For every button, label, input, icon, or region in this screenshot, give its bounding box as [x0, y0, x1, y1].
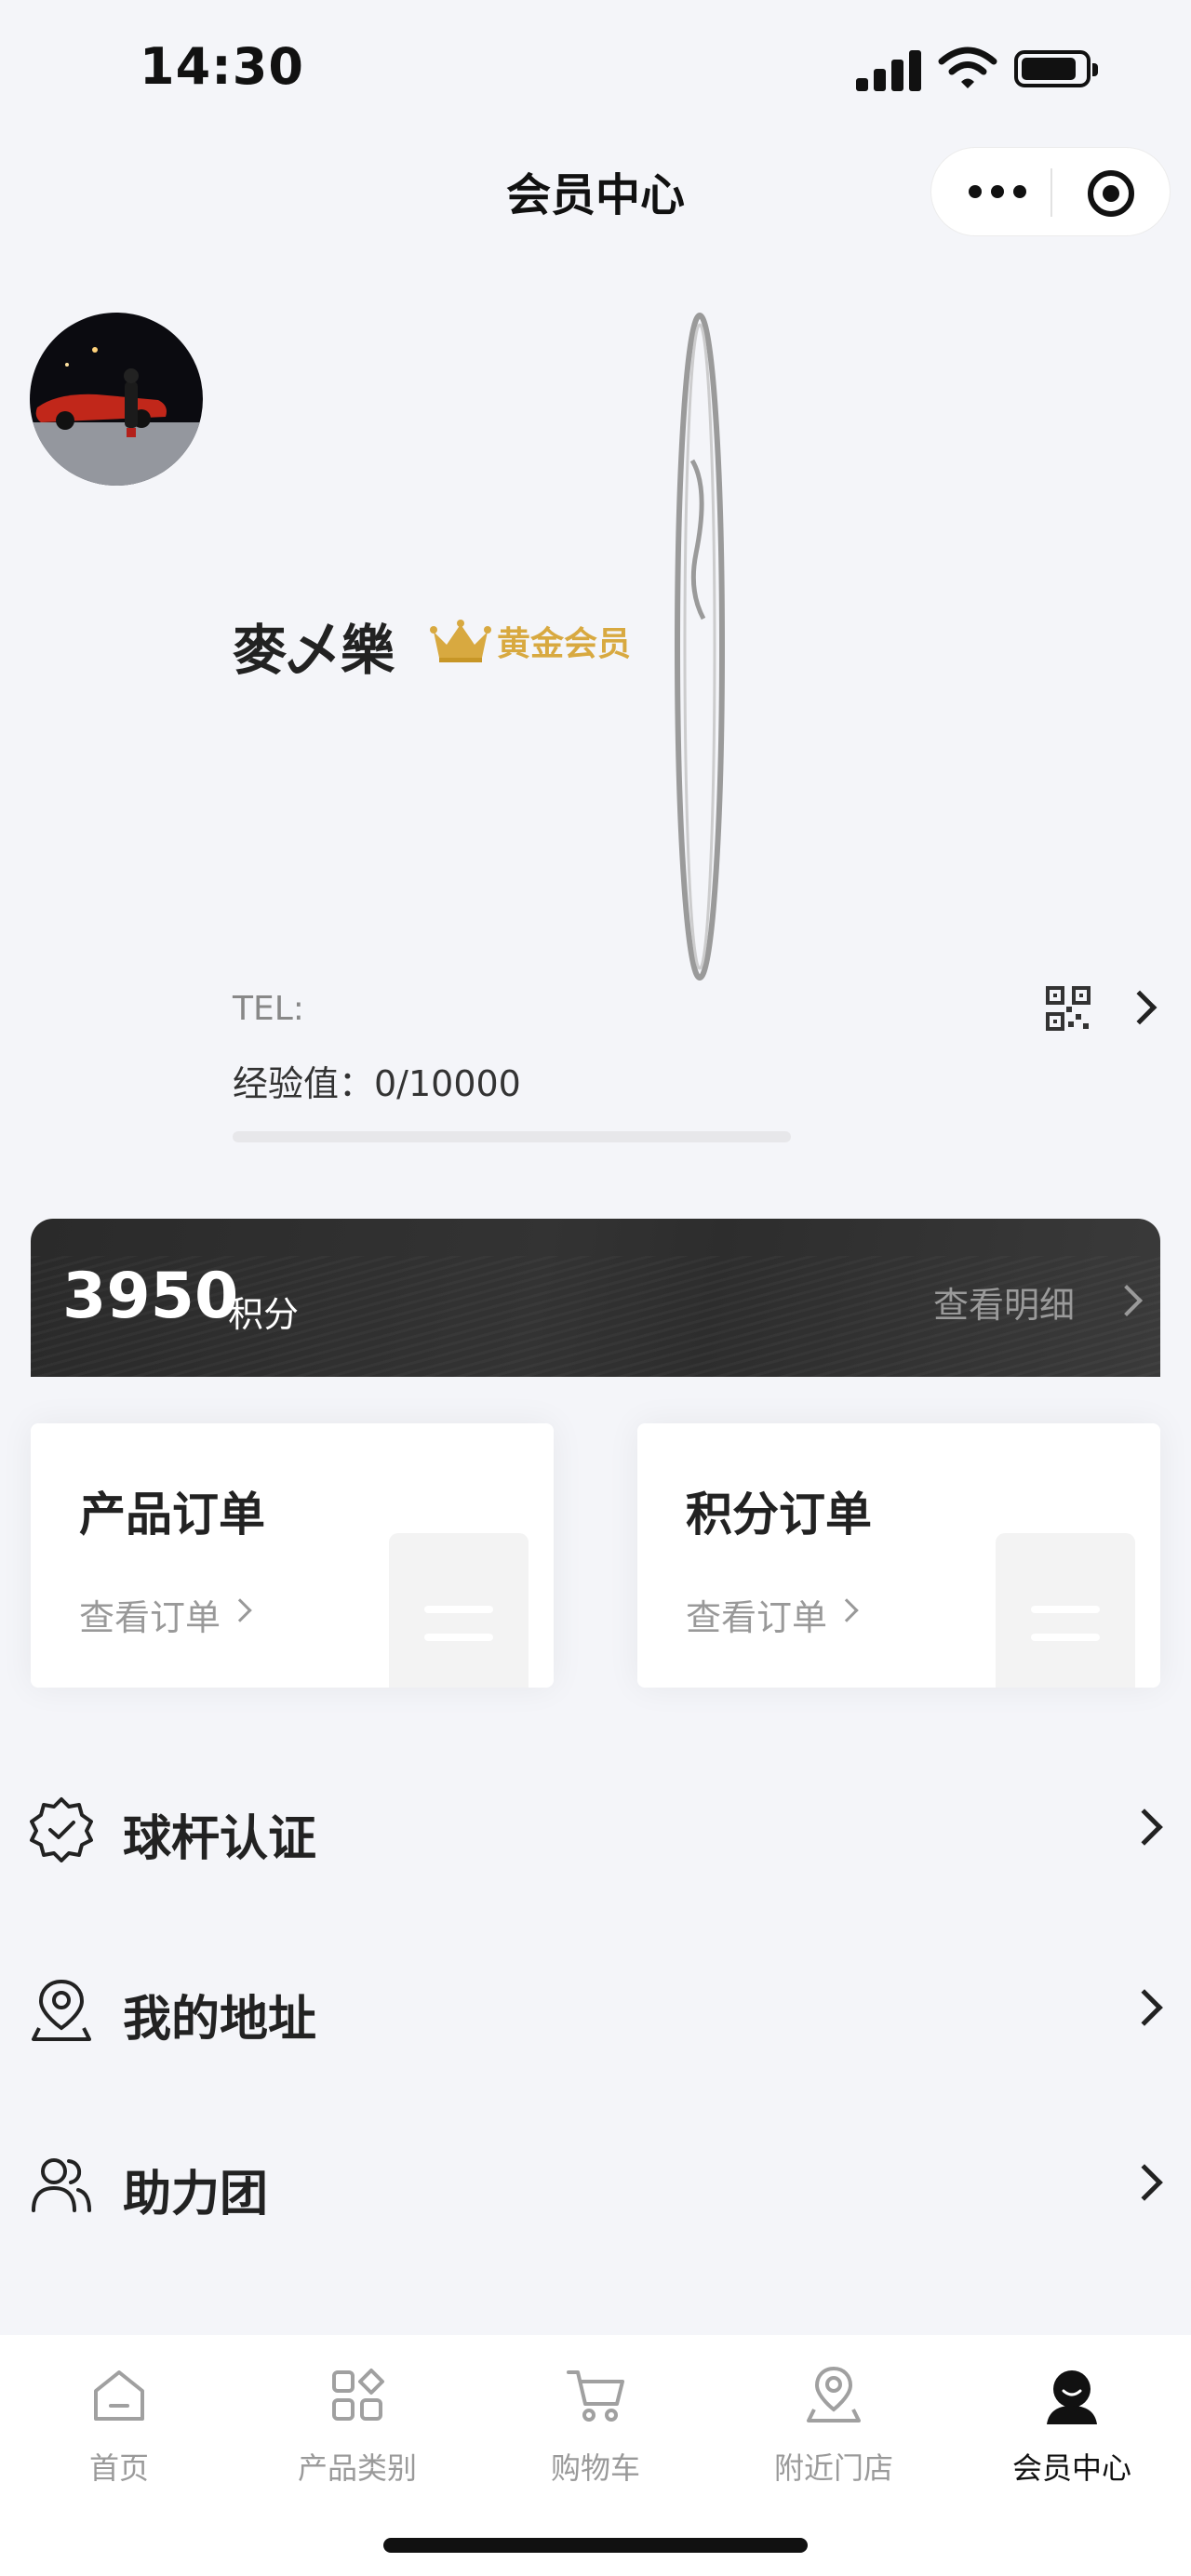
view-orders-link[interactable]: 查看订单	[79, 1589, 221, 1640]
tab-home[interactable]: 首页	[0, 2363, 238, 2512]
experience-text: 经验值：0/10000	[233, 1063, 521, 1104]
home-indicator	[383, 2538, 808, 2553]
battery-icon	[1014, 50, 1098, 87]
tab-categories[interactable]: 产品类别	[238, 2363, 476, 2512]
wifi-icon	[938, 47, 997, 88]
qr-code-icon[interactable]	[1046, 986, 1091, 1031]
loading-spinner-icon	[675, 313, 725, 981]
menu-item-support-group[interactable]: 助力团	[0, 2127, 1191, 2238]
chevron-right-icon	[1126, 1809, 1163, 1846]
chevron-right-icon	[1126, 1989, 1163, 2026]
verified-badge-icon	[30, 1797, 93, 1862]
view-orders-link[interactable]: 查看订单	[686, 1589, 827, 1640]
order-card-title: 积分订单	[686, 1488, 872, 1542]
document-icon	[389, 1533, 529, 1688]
order-card-title: 产品订单	[79, 1488, 265, 1542]
capsule-divider	[1050, 168, 1052, 217]
menu-label: 助力团	[123, 2167, 269, 2222]
points-unit: 积分	[228, 1294, 300, 1335]
member-name: 麥乄樂	[233, 619, 395, 682]
store-location-icon	[807, 2366, 861, 2423]
menu-label: 我的地址	[123, 1992, 317, 2048]
menu-item-my-address[interactable]: 我的地址	[0, 1952, 1191, 2063]
menu-label: 球杆认证	[123, 1811, 317, 1867]
points-card[interactable]: 3950 积分 查看明细	[31, 1219, 1160, 1377]
mini-program-capsule	[930, 147, 1171, 236]
cellular-signal-icon	[856, 48, 921, 91]
member-icon	[1047, 2370, 1097, 2424]
tel-label: TEL:	[233, 990, 304, 1028]
cart-icon	[567, 2370, 624, 2422]
member-level-label: 黄金会员	[497, 625, 632, 663]
more-options-icon[interactable]	[969, 185, 1034, 200]
chevron-right-icon	[228, 1598, 252, 1622]
document-icon	[996, 1533, 1135, 1688]
points-orders-card[interactable]: 积分订单 查看订单	[637, 1423, 1160, 1688]
menu-item-club-certification[interactable]: 球杆认证	[0, 1771, 1191, 1883]
points-value: 3950	[62, 1260, 239, 1333]
close-program-icon[interactable]	[1088, 170, 1134, 217]
tab-label: 购物车	[550, 2450, 640, 2486]
points-detail-chevron-icon	[1111, 1285, 1143, 1316]
chevron-right-icon	[1126, 2164, 1163, 2201]
product-orders-card[interactable]: 产品订单 查看订单	[31, 1423, 554, 1688]
tab-label: 首页	[88, 2450, 149, 2486]
tab-nearby-stores[interactable]: 附近门店	[715, 2363, 953, 2512]
profile-chevron-icon[interactable]	[1122, 990, 1158, 1025]
avatar[interactable]	[30, 313, 203, 486]
home-icon	[94, 2370, 144, 2421]
status-bar: 14:30	[0, 0, 1191, 140]
view-points-detail-link[interactable]: 查看明细	[933, 1276, 1075, 1328]
tab-label: 会员中心	[1011, 2450, 1131, 2486]
tab-label: 产品类别	[297, 2450, 417, 2486]
tab-member-center[interactable]: 会员中心	[953, 2363, 1191, 2512]
location-pin-icon	[32, 1979, 91, 2041]
tab-cart[interactable]: 购物车	[476, 2363, 715, 2512]
member-level-badge: 黄金会员	[430, 616, 631, 666]
tab-label: 附近门店	[773, 2450, 893, 2486]
users-icon	[32, 2158, 91, 2212]
member-center-page: 14:30 会员中心 麥乄樂 黄金会员 TEL: 经验值：0/10000 395…	[0, 0, 1191, 2576]
category-grid-icon	[332, 2369, 384, 2421]
chevron-right-icon	[835, 1598, 859, 1622]
crown-icon	[430, 620, 491, 662]
status-time: 14:30	[140, 37, 304, 96]
experience-progress-bar	[233, 1131, 791, 1142]
